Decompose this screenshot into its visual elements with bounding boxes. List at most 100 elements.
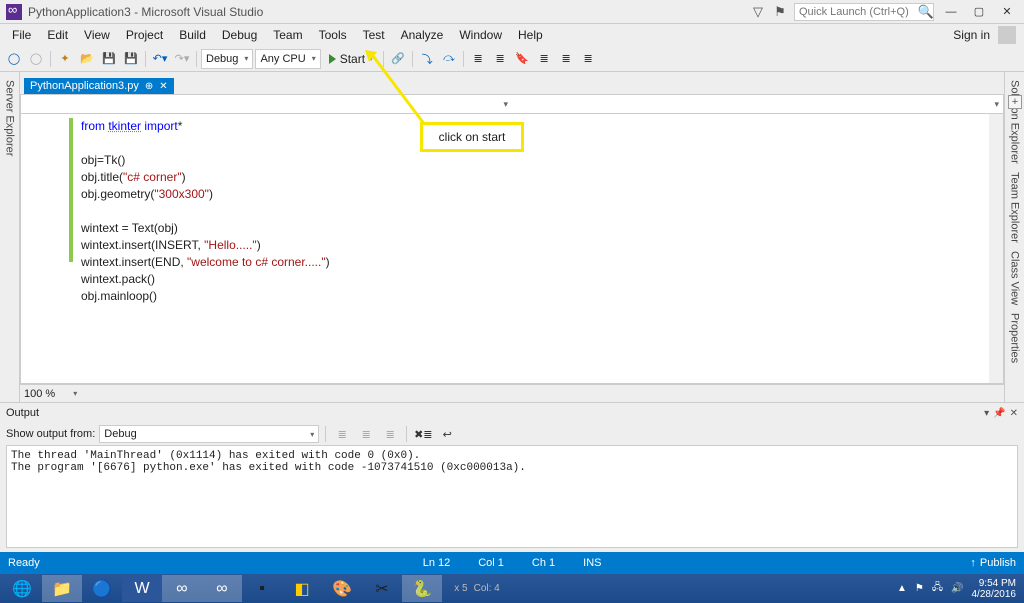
- platform-dropdown[interactable]: Any CPU: [255, 49, 320, 69]
- menu-analyze[interactable]: Analyze: [393, 26, 452, 44]
- right-sidebar: Solution ExplorerTeam ExplorerClass View…: [1004, 72, 1024, 402]
- publish-label[interactable]: Publish: [980, 557, 1016, 569]
- paint-icon[interactable]: 🎨: [322, 575, 362, 602]
- tray-up-icon[interactable]: ▲: [897, 583, 907, 594]
- signin-link[interactable]: Sign in: [953, 28, 990, 42]
- tray-network-icon[interactable]: 🖧: [932, 580, 943, 597]
- pin-icon[interactable]: ⊕: [145, 81, 153, 92]
- status-col: Col 1: [464, 557, 518, 569]
- tray-volume-icon[interactable]: 🔊: [951, 583, 963, 594]
- explorer-icon[interactable]: 📁: [42, 575, 82, 602]
- menu-help[interactable]: Help: [510, 26, 551, 44]
- step-into-icon[interactable]: ⤵: [417, 49, 437, 69]
- autohide-icon[interactable]: ▾: [984, 408, 989, 419]
- file-tab[interactable]: PythonApplication3.py ⊕ ✕: [24, 78, 174, 94]
- menu-team[interactable]: Team: [265, 26, 310, 44]
- status-ready: Ready: [8, 557, 54, 569]
- code-editor[interactable]: from tkinter import* obj=Tk() obj.title(…: [20, 114, 1004, 384]
- filter-icon[interactable]: ▽: [750, 4, 766, 20]
- clear-icon[interactable]: ✖≣: [413, 424, 433, 444]
- browser-link-icon[interactable]: 🔗: [388, 49, 408, 69]
- undo-icon[interactable]: ↶▾: [150, 49, 170, 69]
- wrap-icon[interactable]: ↩: [437, 424, 457, 444]
- quick-launch-input[interactable]: [794, 3, 934, 21]
- output-tool-icon[interactable]: ≣: [356, 424, 376, 444]
- config-dropdown[interactable]: Debug: [201, 49, 253, 69]
- output-source-dropdown[interactable]: Debug: [99, 425, 319, 443]
- status-ins: INS: [569, 557, 615, 569]
- output-text[interactable]: The thread 'MainThread' (0x1114) has exi…: [6, 445, 1018, 548]
- close-icon[interactable]: ✕: [1010, 408, 1018, 419]
- maximize-button[interactable]: ▢: [968, 3, 990, 21]
- menu-file[interactable]: File: [4, 26, 39, 44]
- toolbar-icon[interactable]: ≣: [578, 49, 598, 69]
- menu-test[interactable]: Test: [355, 26, 393, 44]
- right-tab-solution-explorer[interactable]: Solution Explorer: [1009, 76, 1021, 168]
- search-icon[interactable]: 🔍: [918, 4, 934, 20]
- ie-icon[interactable]: 🌐: [2, 575, 42, 602]
- left-sidebar[interactable]: Server Explorer: [0, 72, 20, 402]
- file-tab-label: PythonApplication3.py: [30, 80, 139, 92]
- zoom-dropdown[interactable]: 100 %: [20, 384, 1004, 402]
- menu-window[interactable]: Window: [451, 26, 510, 44]
- toolbar: ◯ ◯ ✦ 📂 💾 💾 ↶▾ ↷▾ Debug Any CPU Start▾ 🔗…: [0, 46, 1024, 72]
- nav-dropdowns[interactable]: ▾▾: [20, 94, 1004, 114]
- output-tool-icon[interactable]: ≣: [380, 424, 400, 444]
- uncomment-icon[interactable]: ≣: [490, 49, 510, 69]
- close-button[interactable]: ✕: [996, 3, 1018, 21]
- word-icon[interactable]: W: [122, 575, 162, 602]
- tray-flag-icon[interactable]: ⚑: [915, 583, 924, 594]
- annotation-callout: click on start: [420, 122, 524, 152]
- status-ch: Ch 1: [518, 557, 569, 569]
- status-line: Ln 12: [409, 557, 465, 569]
- bookmark-icon[interactable]: 🔖: [512, 49, 532, 69]
- clock[interactable]: 9:54 PM4/28/2016: [972, 578, 1017, 600]
- sticky-icon[interactable]: ◧: [282, 575, 322, 602]
- menu-edit[interactable]: Edit: [39, 26, 76, 44]
- play-icon: [329, 54, 336, 64]
- menu-build[interactable]: Build: [171, 26, 214, 44]
- right-tab-class-view[interactable]: Class View: [1009, 247, 1021, 309]
- redo-icon[interactable]: ↷▾: [172, 49, 192, 69]
- chrome-icon[interactable]: 🔵: [82, 575, 122, 602]
- cmd-icon[interactable]: ▪: [242, 575, 282, 602]
- menu-project[interactable]: Project: [118, 26, 171, 44]
- tab-close-icon[interactable]: ✕: [159, 81, 167, 92]
- user-icon[interactable]: [998, 26, 1016, 44]
- output-tool-icon[interactable]: ≣: [332, 424, 352, 444]
- nav-fwd-button[interactable]: ◯: [26, 49, 46, 69]
- window-title: PythonApplication3 - Microsoft Visual St…: [28, 5, 263, 19]
- server-explorer-tab[interactable]: Server Explorer: [4, 76, 16, 160]
- show-output-label: Show output from:: [6, 428, 95, 440]
- toolbar-icon[interactable]: ≣: [556, 49, 576, 69]
- right-tab-team-explorer[interactable]: Team Explorer: [1009, 168, 1021, 247]
- menu-tools[interactable]: Tools: [311, 26, 355, 44]
- pin-icon[interactable]: 📌: [993, 408, 1005, 419]
- menu-view[interactable]: View: [76, 26, 118, 44]
- notifications-icon[interactable]: ⚑: [772, 4, 788, 20]
- menubar: FileEditViewProjectBuildDebugTeamToolsTe…: [0, 24, 1024, 46]
- taskbar: 🌐 📁 🔵 W ∞ ∞ ▪ ◧ 🎨 ✂ 🐍 x 5 Col: 4 ▲ ⚑ 🖧 🔊…: [0, 574, 1024, 603]
- vs-icon[interactable]: ∞: [202, 575, 242, 602]
- save-icon[interactable]: 💾: [99, 49, 119, 69]
- vs-icon[interactable]: ∞: [162, 575, 202, 602]
- step-over-icon[interactable]: ⤼: [439, 49, 459, 69]
- open-file-icon[interactable]: 📂: [77, 49, 97, 69]
- start-button[interactable]: Start▾: [323, 49, 379, 69]
- publish-icon[interactable]: ↑: [970, 557, 976, 569]
- toolbar-icon[interactable]: ≣: [534, 49, 554, 69]
- nav-back-button[interactable]: ◯: [4, 49, 24, 69]
- statusbar: Ready Ln 12 Col 1 Ch 1 INS ↑ Publish: [0, 552, 1024, 574]
- snip-icon[interactable]: ✂: [362, 575, 402, 602]
- right-tab-properties[interactable]: Properties: [1009, 309, 1021, 367]
- scrollbar-vertical[interactable]: [989, 114, 1003, 383]
- expand-icon[interactable]: +: [1008, 95, 1022, 109]
- python-icon[interactable]: 🐍: [402, 575, 442, 602]
- new-project-icon[interactable]: ✦: [55, 49, 75, 69]
- output-panel: Output ▾📌✕ Show output from: Debug ≣ ≣ ≣…: [0, 402, 1024, 552]
- titlebar: PythonApplication3 - Microsoft Visual St…: [0, 0, 1024, 24]
- save-all-icon[interactable]: 💾: [121, 49, 141, 69]
- menu-debug[interactable]: Debug: [214, 26, 265, 44]
- comment-icon[interactable]: ≣: [468, 49, 488, 69]
- minimize-button[interactable]: —: [940, 3, 962, 21]
